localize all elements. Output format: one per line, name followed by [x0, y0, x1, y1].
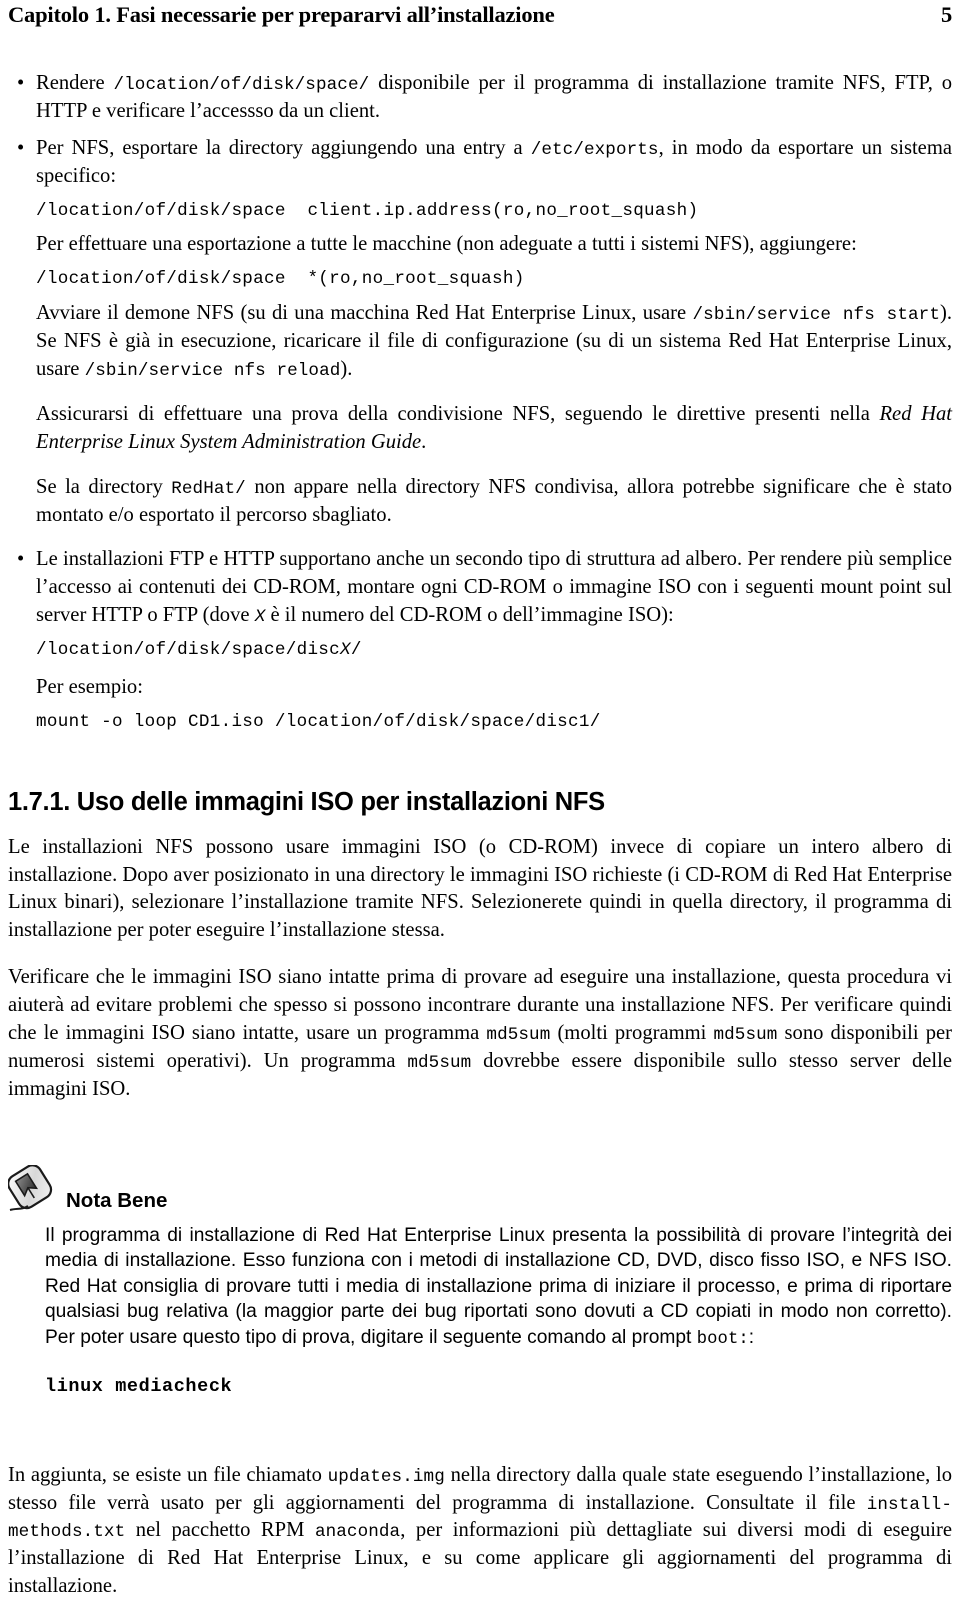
text-fragment: Se la directory: [36, 475, 172, 498]
text-fragment: /location/of/disk/space/disc: [36, 640, 341, 661]
paragraph-nfs-daemon: Avviare il demone NFS (su di una macchin…: [36, 300, 952, 384]
document-page: Capitolo 1. Fasi necessarie per preparar…: [0, 0, 960, 1597]
paragraph-redhat-dir: Se la directory RedHat/ non appare nella…: [36, 474, 952, 530]
paragraph-example-label: Per esempio:: [36, 675, 143, 698]
inline-code: /sbin/service nfs reload: [84, 360, 341, 381]
note-body: Il programma di installazione di Red Hat…: [45, 1223, 952, 1352]
chapter-title: Capitolo 1. Fasi necessarie per preparar…: [8, 2, 555, 27]
note-command: linux mediacheck: [45, 1375, 233, 1397]
page-content: • Rendere /location/of/disk/space/ dispo…: [7, 70, 952, 1601]
paragraph-export-all: Per effettuare una esportazione a tutte …: [36, 233, 857, 256]
inline-code: /etc/exports: [530, 139, 659, 160]
section-paragraph-1: Le installazioni NFS possono usare immag…: [8, 835, 952, 942]
bullet-marker: •: [17, 72, 25, 94]
variable-x: X: [254, 607, 266, 628]
inline-code: /sbin/service nfs start: [692, 305, 940, 326]
code-block-mount-example: mount -o loop CD1.iso /location/of/disk/…: [36, 711, 601, 732]
text-fragment: In aggiunta, se esiste un file chiamato: [8, 1463, 328, 1486]
text-fragment: Il programma di installazione di Red Hat…: [45, 1224, 952, 1348]
code-block-exports-specific: /location/of/disk/space client.ip.addres…: [36, 200, 699, 221]
text-fragment: Assicurarsi di effettuare una prova dell…: [36, 402, 880, 425]
text-fragment: Avviare il demone NFS (su di una macchin…: [36, 302, 693, 325]
text-fragment: /: [350, 640, 362, 661]
text-fragment: Rendere: [36, 72, 114, 94]
inline-code: md5sum: [713, 1025, 778, 1046]
text-fragment: .: [421, 430, 427, 453]
bullet-marker: •: [17, 548, 25, 571]
paragraph-nfs-test: Assicurarsi di effettuare una prova dell…: [36, 401, 952, 457]
inline-code: /location/of/disk/space/: [113, 75, 370, 95]
text-fragment: ).: [340, 357, 353, 380]
page-number: 5: [940, 2, 952, 27]
list-item: • Per NFS, esportare la directory aggiun…: [8, 135, 952, 530]
inline-code: md5sum: [407, 1052, 472, 1073]
bullet-disk-space-text: Rendere /location/of/disk/space/ disponi…: [36, 70, 952, 126]
inline-code: boot:: [696, 1329, 749, 1349]
inline-code: anaconda: [314, 1522, 401, 1543]
inline-code: md5sum: [486, 1025, 551, 1046]
inline-code: updates.img: [327, 1466, 445, 1487]
note-pencil-icon: [7, 1163, 54, 1217]
text-fragment: (molti programmi: [550, 1022, 714, 1045]
bullet-nfs-export-text: Per NFS, esportare la directory aggiunge…: [36, 135, 952, 191]
text-fragment: nel pacchetto RPM: [125, 1519, 315, 1542]
note-admonition: Nota Bene Il programma di installazione …: [7, 1161, 952, 1397]
running-header: Capitolo 1. Fasi necessarie per preparar…: [8, 2, 952, 32]
bullet-marker: •: [17, 136, 25, 159]
note-header: Nota Bene: [7, 1161, 952, 1217]
code-block-exports-all: /location/of/disk/space *(ro,no_root_squ…: [36, 269, 525, 290]
note-title: Nota Bene: [66, 1188, 168, 1212]
closing-paragraph: In aggiunta, se esiste un file chiamato …: [8, 1462, 952, 1601]
text-fragment: :: [748, 1326, 755, 1348]
section-paragraph-2: Verificare che le immagini ISO siano int…: [8, 964, 952, 1103]
bullet-ftp-http-text: Le installazioni FTP e HTTP supportano a…: [36, 546, 952, 630]
text-fragment: Per NFS, esportare la directory aggiunge…: [36, 136, 531, 159]
variable-x: X: [340, 640, 351, 661]
code-block-mountpoint: /location/of/disk/space/discX/: [36, 639, 952, 662]
section-heading: 1.7.1. Uso delle immagini ISO per instal…: [8, 787, 605, 816]
text-fragment: è il numero del CD-ROM o dell’immagine I…: [265, 604, 674, 627]
list-item: • Le installazioni FTP e HTTP supportano…: [8, 546, 952, 733]
list-item: • Rendere /location/of/disk/space/ dispo…: [8, 70, 952, 126]
inline-code: RedHat/: [171, 478, 246, 499]
